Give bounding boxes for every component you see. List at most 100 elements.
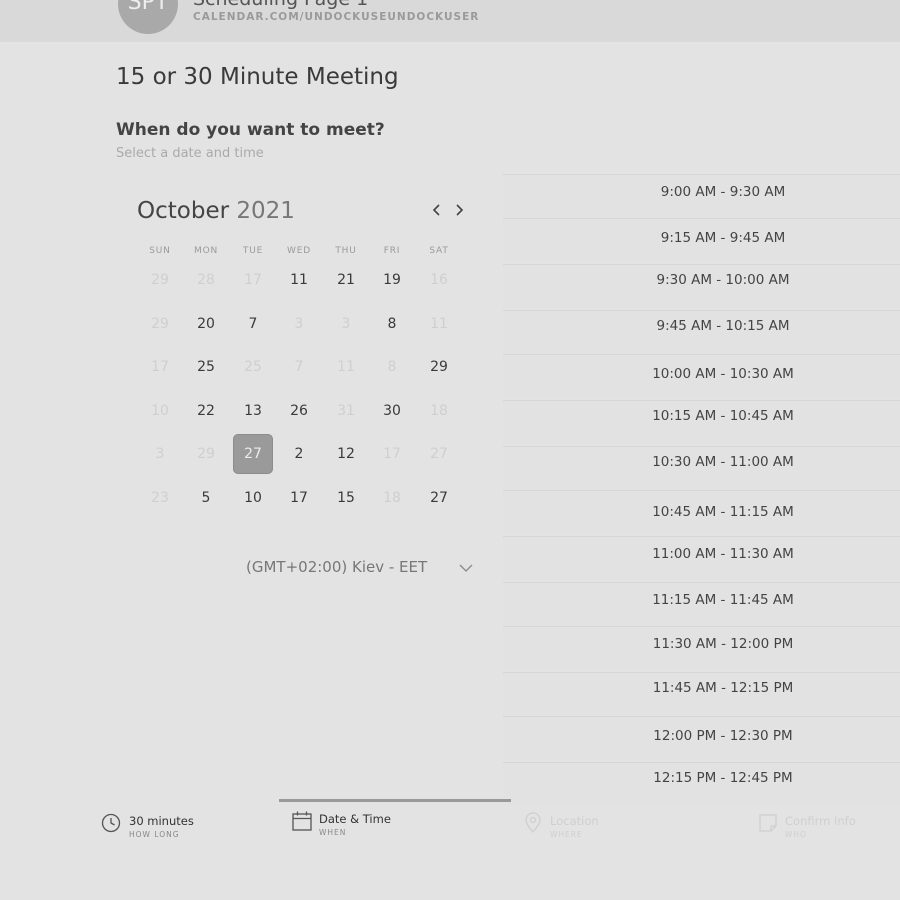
time-slot-label: 11:15 AM - 11:45 AM: [652, 592, 794, 608]
calendar-day[interactable]: 15: [326, 478, 366, 518]
step-duration-sub: HOW LONG: [129, 830, 180, 839]
chevron-down-icon[interactable]: [458, 562, 474, 574]
scheduling-page-url[interactable]: CALENDAR.COM/UNDOCKUSEUNDOCKUSER: [193, 11, 479, 23]
time-slot-button[interactable]: 10:30 AM - 11:00 AM: [503, 446, 900, 490]
weekday-header: TUE: [242, 246, 264, 256]
time-slot-button[interactable]: 11:15 AM - 11:45 AM: [503, 582, 900, 626]
step-location-label: Location: [550, 814, 599, 828]
calendar-day[interactable]: 5: [186, 478, 226, 518]
calendar-month-title: October 2021: [137, 198, 295, 224]
time-slot-label: 9:45 AM - 10:15 AM: [656, 318, 790, 334]
calendar-day: 18: [383, 490, 401, 506]
step-confirm-info-label: Confirm Info: [785, 814, 856, 828]
calendar-day: 7: [294, 359, 304, 375]
calendar-day: 3: [294, 316, 304, 332]
weekday-header: WED: [287, 246, 311, 256]
step-duration-label: 30 minutes: [129, 814, 194, 828]
step-confirm-info-sub: WHO: [785, 830, 807, 839]
calendar-day[interactable]: 21: [326, 260, 366, 300]
step-location-sub: WHERE: [550, 830, 583, 839]
calendar-day[interactable]: 17: [279, 478, 319, 518]
calendar-day: 25: [244, 359, 262, 375]
calendar-year: 2021: [236, 198, 295, 224]
previous-month-button[interactable]: [426, 200, 448, 222]
weekday-header: SUN: [149, 246, 171, 256]
time-slot-label: 12:00 PM - 12:30 PM: [653, 728, 793, 744]
time-slot-label: 9:00 AM - 9:30 AM: [660, 184, 786, 200]
time-slot-button[interactable]: 9:00 AM - 9:30 AM: [503, 174, 900, 218]
calendar-day: 28: [197, 272, 215, 288]
next-month-button[interactable]: [448, 200, 470, 222]
header-bar: SPT Scheduling Page 1 CALENDAR.COM/UNDOC…: [0, 0, 900, 42]
time-slot-label: 10:30 AM - 11:00 AM: [652, 454, 794, 470]
calendar-day: 29: [197, 446, 215, 462]
time-slot-button[interactable]: 10:45 AM - 11:15 AM: [503, 490, 900, 534]
chevron-right-icon: [456, 204, 464, 216]
clock-icon: [101, 813, 121, 833]
avatar-initials: SPT: [127, 0, 169, 15]
meeting-title: 15 or 30 Minute Meeting: [116, 64, 399, 90]
time-slot-label: 11:00 AM - 11:30 AM: [652, 546, 794, 562]
calendar-day[interactable]: 8: [372, 304, 412, 344]
weekday-header: FRI: [383, 246, 401, 256]
calendar-day[interactable]: 29: [419, 347, 459, 387]
time-slot-button[interactable]: 10:15 AM - 10:45 AM: [503, 400, 900, 444]
calendar-day: 10: [151, 403, 169, 419]
calendar-day: 11: [430, 316, 448, 332]
calendar-day[interactable]: 13: [233, 391, 273, 431]
calendar-day[interactable]: 27: [419, 478, 459, 518]
time-slot-button[interactable]: 12:00 PM - 12:30 PM: [503, 716, 900, 760]
when-heading: When do you want to meet?: [116, 120, 385, 140]
calendar-day[interactable]: 12: [326, 434, 366, 474]
time-slot-label: 9:30 AM - 10:00 AM: [656, 272, 790, 288]
location-pin-icon: [525, 812, 541, 834]
weekday-header: MON: [194, 246, 218, 256]
calendar-day: 29: [151, 272, 169, 288]
calendar-day[interactable]: 20: [186, 304, 226, 344]
calendar-day[interactable]: 10: [233, 478, 273, 518]
time-slot-button[interactable]: 12:15 PM - 12:45 PM: [503, 762, 900, 806]
timezone-select[interactable]: (GMT+02:00) Kiev - EET: [246, 558, 427, 576]
calendar-day: 17: [151, 359, 169, 375]
time-slot-button[interactable]: 11:00 AM - 11:30 AM: [503, 536, 900, 580]
calendar-day: 23: [151, 490, 169, 506]
calendar-day[interactable]: 26: [279, 391, 319, 431]
time-slot-button[interactable]: 10:00 AM - 10:30 AM: [503, 354, 900, 398]
calendar-day: 29: [151, 316, 169, 332]
step-date-time-sub: WHEN: [319, 828, 347, 837]
calendar-day[interactable]: 25: [186, 347, 226, 387]
time-slot-label: 10:45 AM - 11:15 AM: [652, 504, 794, 520]
calendar-day[interactable]: 19: [372, 260, 412, 300]
calendar-icon: [292, 811, 312, 831]
time-slot-label: 10:00 AM - 10:30 AM: [652, 366, 794, 382]
step-date-time-label: Date & Time: [319, 812, 391, 826]
when-subheading: Select a date and time: [116, 146, 264, 161]
calendar-day: 31: [337, 403, 355, 419]
time-slot-button[interactable]: 9:15 AM - 9:45 AM: [503, 218, 900, 262]
time-slot-label: 11:45 AM - 12:15 PM: [652, 680, 794, 696]
note-icon: [759, 814, 777, 832]
calendar-day[interactable]: 11: [279, 260, 319, 300]
time-slot-button[interactable]: 9:30 AM - 10:00 AM: [503, 264, 900, 308]
calendar-day: 17: [383, 446, 401, 462]
time-slot-label: 11:30 AM - 12:00 PM: [652, 636, 794, 652]
calendar-day[interactable]: 30: [372, 391, 412, 431]
chevron-left-icon: [432, 204, 440, 216]
calendar-day[interactable]: 7: [233, 304, 273, 344]
step-progress-bar: [279, 799, 511, 802]
calendar-day: 16: [430, 272, 448, 288]
time-slot-label: 12:15 PM - 12:45 PM: [653, 770, 793, 786]
calendar-day: 17: [244, 272, 262, 288]
calendar-day-selected[interactable]: 27: [233, 434, 273, 474]
calendar-day[interactable]: 22: [186, 391, 226, 431]
calendar-day: 3: [155, 446, 165, 462]
calendar-day[interactable]: 2: [279, 434, 319, 474]
time-slot-button[interactable]: 11:45 AM - 12:15 PM: [503, 672, 900, 716]
calendar-day: 8: [387, 359, 397, 375]
weekday-header: SAT: [429, 246, 449, 256]
time-slot-button[interactable]: 9:45 AM - 10:15 AM: [503, 310, 900, 354]
calendar-month: October: [137, 198, 230, 224]
calendar-day: 3: [341, 316, 351, 332]
time-slot-button[interactable]: 11:30 AM - 12:00 PM: [503, 626, 900, 670]
scheduling-page-name: Scheduling Page 1: [193, 0, 368, 10]
